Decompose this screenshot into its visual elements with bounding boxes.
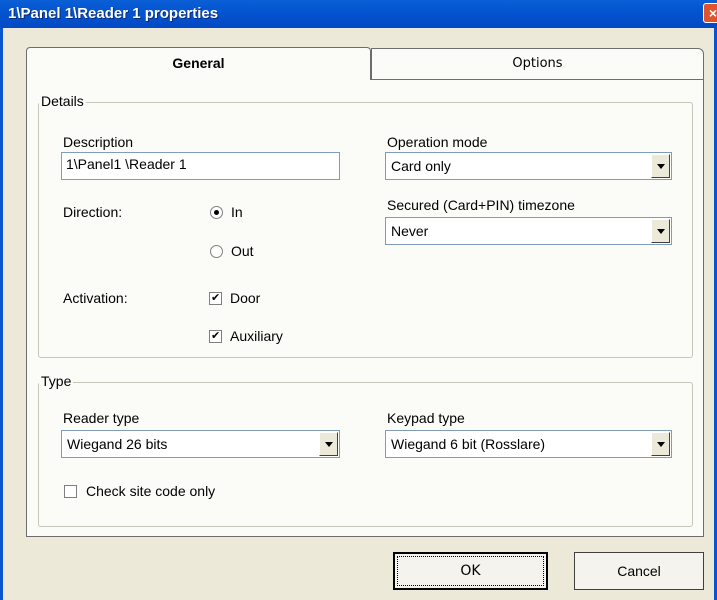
window-frame-left [0,28,3,600]
direction-label: Direction: [63,204,123,220]
title-bar: 1\Panel 1\Reader 1 properties × [0,0,717,28]
description-label: Description [63,134,134,150]
check-site-code-checkbox[interactable] [64,485,77,498]
details-legend: Details [39,93,86,109]
chevron-down-icon[interactable] [651,154,670,178]
secured-timezone-value: Never [391,223,429,239]
chevron-down-icon[interactable] [651,432,670,456]
ok-button[interactable]: OK [393,552,548,590]
description-field[interactable]: 1\Panel1 \Reader 1 [61,152,340,180]
direction-out-label[interactable]: Out [231,243,254,259]
tab-panel-general: Details Description 1\Panel1 \Reader 1 D… [26,79,704,537]
chevron-down-icon[interactable] [319,432,338,456]
keypad-type-value: Wiegand 6 bit (Rosslare) [391,436,546,452]
direction-in-label[interactable]: In [231,204,243,220]
secured-timezone-label: Secured (Card+PIN) timezone [387,197,575,213]
direction-out-radio[interactable] [210,245,223,258]
keypad-type-label: Keypad type [387,410,465,426]
close-icon: × [708,5,717,21]
reader-type-value: Wiegand 26 bits [67,436,168,452]
door-label[interactable]: Door [230,290,260,306]
tab-options[interactable]: Options [371,48,704,80]
reader-type-label: Reader type [63,410,140,426]
type-legend: Type [39,373,74,389]
keypad-type-select[interactable]: Wiegand 6 bit (Rosslare) [385,430,672,458]
operation-mode-value: Card only [391,158,451,174]
direction-in-radio[interactable] [210,206,223,219]
auxiliary-checkbox[interactable] [209,330,222,343]
tab-general[interactable]: General [26,47,371,80]
auxiliary-label[interactable]: Auxiliary [230,328,283,344]
cancel-button[interactable]: Cancel [574,552,704,590]
operation-mode-select[interactable]: Card only [385,152,672,180]
reader-type-select[interactable]: Wiegand 26 bits [61,430,340,458]
check-site-code-label[interactable]: Check site code only [86,483,215,499]
activation-label: Activation: [63,290,128,306]
window-title: 1\Panel 1\Reader 1 properties [8,5,219,22]
secured-timezone-select[interactable]: Never [385,217,672,245]
close-button[interactable]: × [703,3,717,23]
door-checkbox[interactable] [209,292,222,305]
operation-mode-label: Operation mode [387,134,488,150]
chevron-down-icon[interactable] [651,219,670,243]
